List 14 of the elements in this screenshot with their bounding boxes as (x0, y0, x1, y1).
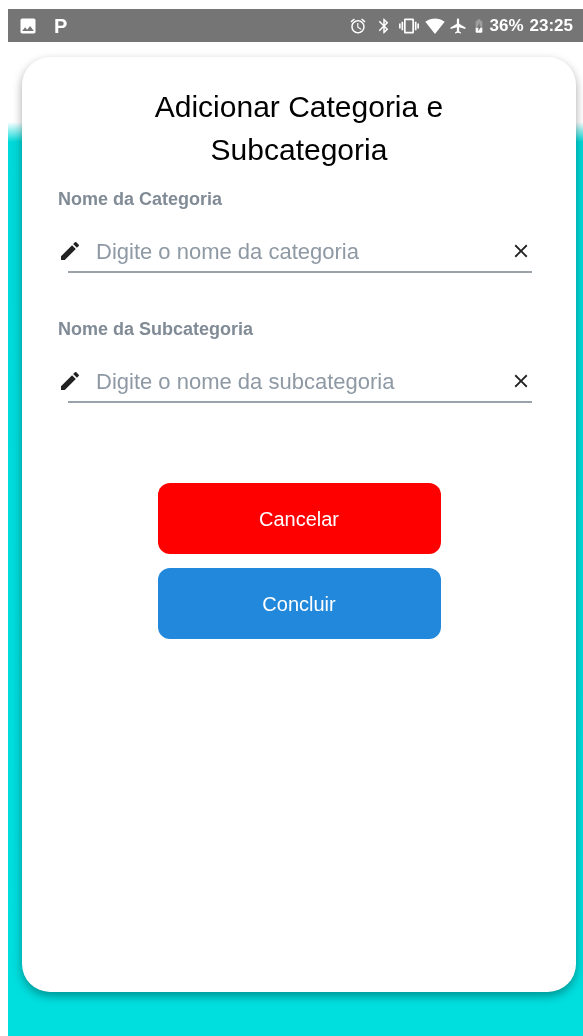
text-field[interactable]: Digite o nome da categoria (96, 234, 510, 268)
clock: 23:25 (529, 17, 573, 34)
pencil-icon (58, 369, 82, 393)
field-label: Nome da Categoria (58, 188, 224, 211)
battery-percent: 36% (489, 17, 524, 34)
pencil-icon (58, 239, 82, 263)
cancel-button[interactable]: Cancelar (157, 483, 441, 554)
alarm-icon (349, 16, 368, 35)
text-field[interactable]: Digite o nome da subcategoria (96, 364, 510, 398)
confirm-button[interactable]: Concluir (157, 568, 441, 639)
app-letter: P (54, 15, 68, 36)
field-label: Nome da Subcategoria (58, 318, 255, 341)
dialog-title: Adicionar Categoria e Subcategoria (153, 89, 445, 168)
airplane-icon (449, 16, 468, 35)
